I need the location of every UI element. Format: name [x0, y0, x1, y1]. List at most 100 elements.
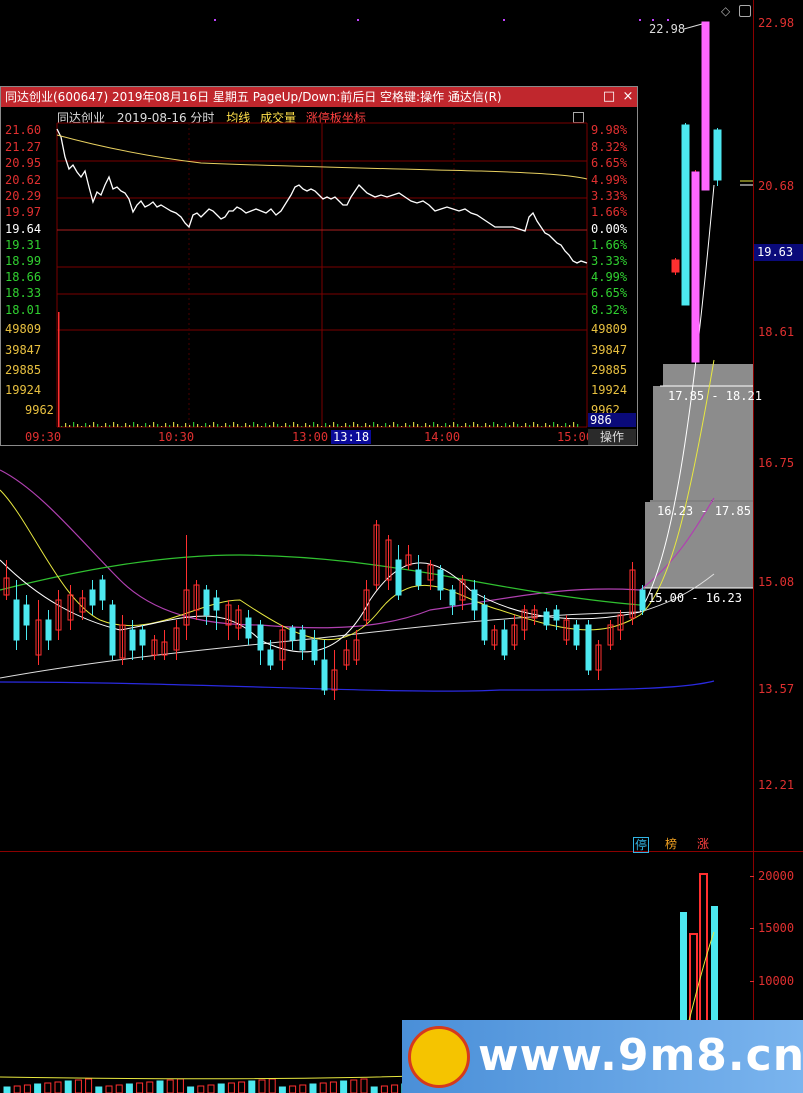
intraday-volume-tick: [97, 424, 99, 427]
intraday-volume-tick: [281, 426, 283, 427]
intraday-volume-tick: [141, 426, 143, 427]
intraday-volume-tick: [489, 425, 491, 427]
intraday-volume-tick: [265, 423, 267, 427]
intraday-volume-tick: [125, 423, 127, 427]
candle-body: [89, 589, 96, 606]
intraday-volume-tick: [553, 422, 555, 427]
volume-bar: [319, 1082, 327, 1093]
intraday-volume-tick: [481, 426, 483, 427]
price-scale-label: 18.99: [5, 254, 42, 268]
tag-rank[interactable]: 榜: [664, 837, 678, 851]
price-scale-label: 20.62: [5, 173, 42, 187]
intraday-volume-tick: [89, 425, 91, 427]
intraday-volume-tick: [341, 426, 343, 427]
intraday-volume-tick: [381, 426, 383, 427]
volume-bar: [125, 1083, 133, 1093]
volume-bar: [176, 1078, 184, 1093]
pct-scale-label: 6.65%: [591, 286, 628, 300]
intraday-volume-tick: [77, 424, 79, 427]
range-label: 17.85 - 18.21: [668, 389, 762, 403]
intraday-volume-tick: [293, 422, 295, 427]
intraday-volume-tick: [353, 422, 355, 427]
pct-scale-label: 8.32%: [591, 140, 628, 154]
volume-label: 10000: [758, 974, 795, 988]
candle-body: [213, 597, 220, 611]
intraday-volume-tick: [485, 423, 487, 427]
intraday-volume-tick: [457, 424, 459, 427]
watermark-banner: www.9m8.cn: [402, 1020, 803, 1093]
pct-scale-label: 3.33%: [591, 254, 628, 268]
intraday-volume-tick: [573, 422, 575, 427]
intraday-volume-tick: [361, 426, 363, 427]
intraday-volume-tick: [197, 424, 199, 427]
volume-bar: [370, 1086, 378, 1093]
intraday-volume-tick: [441, 426, 443, 427]
time-label: 10:30: [158, 430, 195, 444]
price-label: 16.75: [758, 456, 795, 470]
candle-body: [701, 21, 710, 191]
pct-scale-label: 1.66%: [591, 205, 628, 219]
intraday-volume-tick: [409, 425, 411, 427]
intraday-volume-tick: [241, 426, 243, 427]
intraday-volume-tick: [557, 424, 559, 427]
intraday-volume-tick: [493, 422, 495, 427]
candle-body: [449, 589, 456, 606]
intraday-volume-tick: [285, 423, 287, 427]
intraday-volume-tick: [461, 426, 463, 427]
intraday-volume-tick: [93, 422, 95, 427]
candle-body: [299, 629, 306, 651]
candle-body: [437, 569, 444, 591]
candle-body: [691, 171, 700, 363]
intraday-volume-tick: [541, 426, 543, 427]
intraday-volume-tick: [113, 422, 115, 427]
intraday-volume-tick: [81, 426, 83, 427]
vol-label: 29885: [591, 363, 628, 377]
price-scale-label: 18.01: [5, 303, 42, 317]
intraday-popup[interactable]: 同达创业(600647) 2019年08月16日 星期五 PageUp/Down…: [0, 86, 638, 446]
intraday-volume-tick: [357, 424, 359, 427]
intraday-volume-tick: [101, 426, 103, 427]
volume-bar: [289, 1085, 297, 1093]
intraday-volume-tick: [137, 424, 139, 427]
operate-button[interactable]: 操作: [588, 429, 636, 445]
intraday-volume-tick: [61, 426, 63, 427]
tag-stop[interactable]: 停: [633, 837, 649, 853]
intraday-volume-tick: [505, 423, 507, 427]
intraday-volume-tick: [237, 424, 239, 427]
peak-label: 22.98: [649, 22, 685, 36]
candle-body: [585, 624, 592, 671]
intraday-volume-tick: [153, 422, 155, 427]
intraday-volume-tick: [373, 422, 375, 427]
candle-body: [543, 611, 550, 626]
pct-scale-label: 8.32%: [591, 303, 628, 317]
intraday-volume-tick: [517, 424, 519, 427]
volume-bar: [309, 1083, 317, 1093]
intraday-volume-tick: [145, 423, 147, 427]
intraday-volume-tick: [149, 425, 151, 427]
vol-label: 39847: [5, 343, 42, 357]
intraday-volume-tick: [297, 424, 299, 427]
intraday-volume-tick: [221, 426, 223, 427]
intraday-volume-tick: [109, 425, 111, 427]
intraday-volume-tick: [533, 422, 535, 427]
tag-rise[interactable]: 涨: [696, 837, 710, 851]
intraday-volume-tick: [65, 423, 67, 427]
pct-scale-label: 0.00%: [591, 222, 628, 236]
volume-bar: [156, 1080, 164, 1093]
intraday-volume-tick: [369, 425, 371, 427]
candle-body: [257, 624, 264, 651]
price-scale-label: 20.95: [5, 156, 42, 170]
intraday-volume-tick: [209, 425, 211, 427]
candle-body: [99, 579, 106, 601]
intraday-volume-tick: [405, 423, 407, 427]
volume-bar: [54, 1081, 62, 1093]
price-scale-label: 19.97: [5, 205, 42, 219]
intraday-volume-tick: [229, 425, 231, 427]
volume-bar: [207, 1084, 215, 1093]
intraday-volume-tick: [305, 423, 307, 427]
candle-body: [311, 639, 318, 661]
candle-body: [681, 124, 690, 306]
price-scale-label: 18.66: [5, 270, 42, 284]
time-label: 09:30: [25, 430, 62, 444]
intraday-volume-tick: [397, 424, 399, 427]
